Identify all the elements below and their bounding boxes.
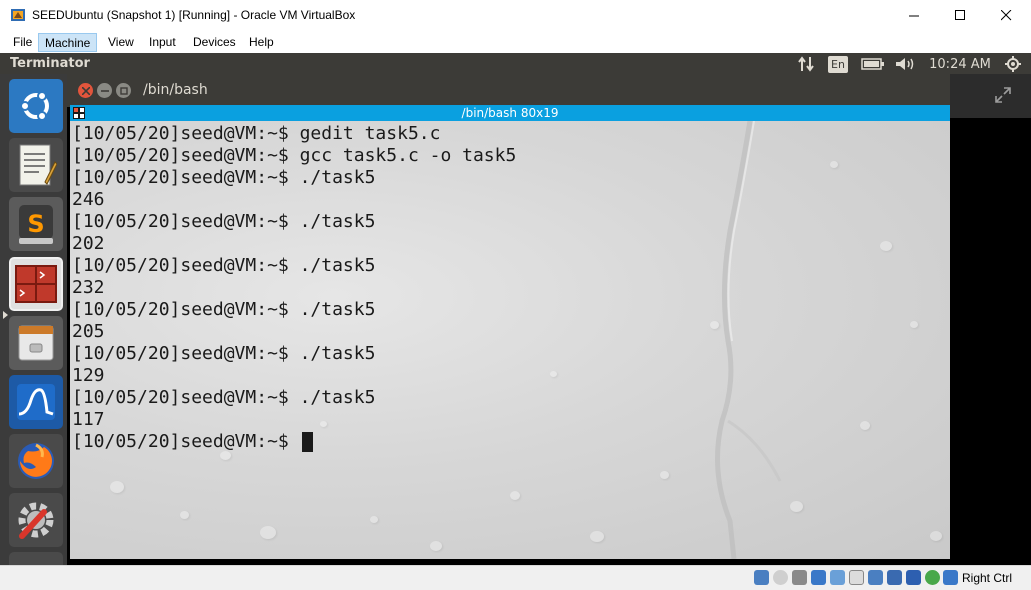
terminal-line: 117 xyxy=(72,409,105,430)
clock[interactable]: 10:24 AM xyxy=(926,55,994,73)
volume-icon[interactable] xyxy=(894,55,918,73)
terminal-line: [10/05/20]seed@VM:~$ ./task5 xyxy=(72,387,376,408)
unity-top-panel: Terminator En 10:24 AM xyxy=(0,53,1031,74)
desktop-background xyxy=(950,74,1031,118)
sublime-text-icon[interactable]: S xyxy=(9,197,63,251)
terminal-line: 202 xyxy=(72,233,105,254)
menu-help[interactable]: Help xyxy=(243,33,280,52)
network-icon[interactable] xyxy=(795,55,817,73)
guest-screen[interactable]: Terminator En 10:24 AM S /bin/bash /bin/… xyxy=(0,53,1031,565)
terminal-prompt: [10/05/20]seed@VM:~$ xyxy=(72,431,300,452)
network-arrows-icon xyxy=(798,56,814,72)
hard-disk-icon[interactable] xyxy=(754,570,769,585)
ubuntu-logo-icon xyxy=(20,91,49,121)
window-minimize-button[interactable] xyxy=(97,83,112,98)
terminal-prompt-line[interactable]: [10/05/20]seed@VM:~$ xyxy=(72,431,516,453)
text-editor-icon[interactable] xyxy=(9,138,63,192)
text-cursor xyxy=(301,432,313,452)
terminal-line: [10/05/20]seed@VM:~$ ./task5 xyxy=(72,211,376,232)
mouse-integration-icon[interactable] xyxy=(943,570,958,585)
clock-time: 10:24 AM xyxy=(929,56,991,72)
terminal-line: [10/05/20]seed@VM:~$ gedit task5.c xyxy=(72,123,441,144)
window-close-button[interactable] xyxy=(78,83,93,98)
audio-icon[interactable] xyxy=(792,570,807,585)
speaker-icon xyxy=(896,58,914,70)
shared-folder-icon[interactable] xyxy=(849,570,864,585)
virtualization-icon[interactable] xyxy=(906,570,921,585)
minimize-button[interactable] xyxy=(891,0,937,31)
maximize-button[interactable] xyxy=(937,0,983,31)
host-menubar: File Machine View Input Devices Help xyxy=(0,31,1031,53)
host-window-title: SEEDUbuntu (Snapshot 1) [Running] - Orac… xyxy=(32,8,356,22)
menu-file[interactable]: File xyxy=(7,33,38,52)
terminator-titlebar[interactable]: /bin/bash xyxy=(67,74,950,107)
menu-machine[interactable]: Machine xyxy=(38,33,98,52)
sublime-logo-icon: S xyxy=(19,205,53,244)
terminal-line: [10/05/20]seed@VM:~$ ./task5 xyxy=(72,255,376,276)
shark-fin-icon xyxy=(17,384,55,420)
menu-input[interactable]: Input xyxy=(143,33,182,52)
keyboard-layout-label: En xyxy=(828,55,848,73)
firefox-logo-icon xyxy=(18,443,54,479)
terminal-title-label: /bin/bash 80x19 xyxy=(461,106,559,120)
active-app-indicator xyxy=(3,311,8,319)
file-manager-icon[interactable] xyxy=(9,316,63,370)
host-statusbar: Right Ctrl xyxy=(0,565,1031,590)
maximize-icon xyxy=(954,10,965,20)
terminator-logo-icon xyxy=(15,265,57,303)
close-x-icon xyxy=(81,86,90,95)
video-capture-icon[interactable] xyxy=(887,570,902,585)
battery-shape-icon xyxy=(861,58,884,70)
host-key-label: Right Ctrl xyxy=(962,571,1013,585)
minimize-icon xyxy=(908,15,919,17)
svg-text:S: S xyxy=(27,210,44,238)
water-trail-graphic xyxy=(715,121,782,559)
gear-wrench-icon xyxy=(18,502,54,539)
display-icon[interactable] xyxy=(868,570,883,585)
power-gear-icon xyxy=(1005,56,1021,72)
usb-icon[interactable] xyxy=(830,570,845,585)
active-app-title: Terminator xyxy=(10,56,90,71)
terminal-line: 205 xyxy=(72,321,105,342)
terminal-line: 129 xyxy=(72,365,105,386)
close-icon xyxy=(1000,10,1011,21)
battery-icon[interactable] xyxy=(860,55,886,73)
terminal-window-title: /bin/bash xyxy=(143,82,208,98)
terminal-line: [10/05/20]seed@VM:~$ ./task5 xyxy=(72,343,376,364)
terminal-lines: [10/05/20]seed@VM:~$ gedit task5.c [10/0… xyxy=(72,123,516,453)
firefox-icon[interactable] xyxy=(9,434,63,488)
drawer-icon xyxy=(18,325,54,361)
expand-icon[interactable] xyxy=(993,85,1013,105)
maximize-square-icon xyxy=(119,86,128,95)
minimize-dash-icon xyxy=(100,89,109,92)
menu-view[interactable]: View xyxy=(102,33,140,52)
terminal-line: 232 xyxy=(72,277,105,298)
terminal-line: [10/05/20]seed@VM:~$ gcc task5.c -o task… xyxy=(72,145,517,166)
session-menu[interactable] xyxy=(1003,55,1023,73)
terminal-line: 246 xyxy=(72,189,105,210)
terminal-line: [10/05/20]seed@VM:~$ ./task5 xyxy=(72,299,376,320)
virtualbox-icon xyxy=(11,9,25,21)
menu-devices[interactable]: Devices xyxy=(187,33,242,52)
close-button[interactable] xyxy=(983,0,1029,31)
guest-additions-icon[interactable] xyxy=(925,570,940,585)
terminal-title-bar[interactable]: /bin/bash 80x19 xyxy=(70,105,950,121)
terminal-line: [10/05/20]seed@VM:~$ ./task5 xyxy=(72,167,376,188)
network-adapter-icon[interactable] xyxy=(811,570,826,585)
wireshark-icon[interactable] xyxy=(9,375,63,429)
keyboard-layout-indicator[interactable]: En xyxy=(827,55,849,73)
optical-drive-icon[interactable] xyxy=(773,570,788,585)
partial-launcher-icon[interactable] xyxy=(9,552,63,565)
window-maximize-button[interactable] xyxy=(116,83,131,98)
unity-launcher: S xyxy=(0,74,67,565)
terminator-icon[interactable] xyxy=(9,257,63,311)
notepad-icon xyxy=(19,144,57,186)
terminal-output[interactable]: [10/05/20]seed@VM:~$ gedit task5.c [10/0… xyxy=(70,121,950,559)
host-titlebar: SEEDUbuntu (Snapshot 1) [Running] - Orac… xyxy=(0,0,1031,31)
system-settings-icon[interactable] xyxy=(9,493,63,547)
ubuntu-dash-icon[interactable] xyxy=(9,79,63,133)
